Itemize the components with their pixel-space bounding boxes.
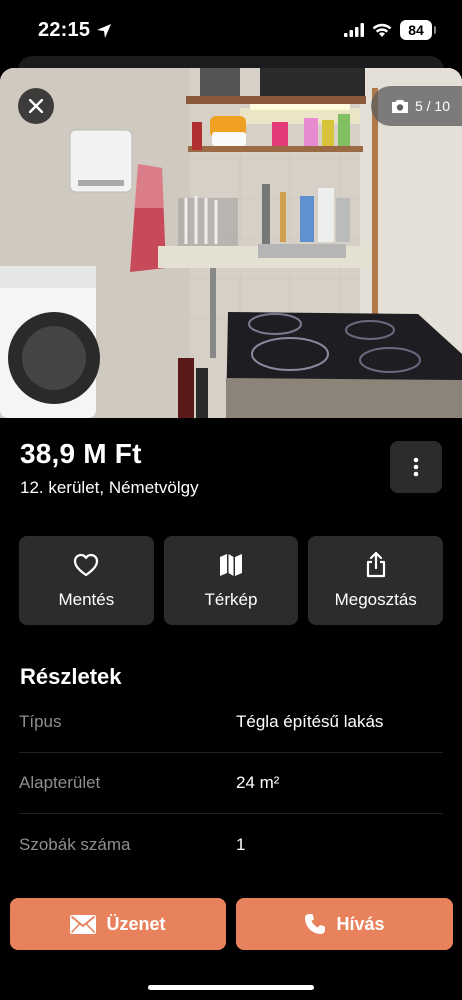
clock-text: 22:15 [38, 19, 91, 41]
phone-icon [305, 914, 326, 934]
map-button[interactable]: Térkép [163, 536, 299, 625]
call-button-label: Hívás [336, 913, 385, 934]
call-button[interactable]: Hívás [236, 898, 453, 950]
cellular-signal-icon [344, 23, 364, 37]
action-buttons: Mentés Térkép Megosztás [19, 536, 444, 625]
detail-row-type: Típus Tégla építésű lakás [19, 692, 443, 753]
detail-value: Tégla építésű lakás [236, 712, 384, 731]
details-list: Típus Tégla építésű lakás Alapterület 24… [19, 692, 443, 875]
detail-row-rooms: Szobák száma 1 [19, 814, 443, 875]
detail-label: Típus [19, 712, 62, 731]
status-time: 22:15 [38, 19, 112, 42]
battery-indicator: 84 [400, 20, 436, 40]
message-button[interactable]: Üzenet [10, 898, 226, 950]
share-icon [366, 551, 385, 577]
map-icon [220, 553, 242, 576]
details-section-title: Részletek [20, 664, 122, 689]
detail-label: Alapterület [19, 773, 101, 792]
close-icon [29, 99, 43, 113]
save-button[interactable]: Mentés [19, 536, 154, 625]
more-vertical-icon [413, 457, 419, 477]
home-indicator [148, 985, 314, 990]
detail-value: 24 m² [236, 773, 280, 792]
photo-counter-text: 5 / 10 [414, 98, 450, 114]
battery-level: 84 [408, 22, 424, 38]
envelope-icon [70, 914, 97, 934]
bottom-action-bar: Üzenet Hívás [0, 884, 462, 1000]
status-bar: 22:15 84 [0, 0, 462, 62]
detail-row-area: Alapterület 24 m² [19, 753, 443, 814]
location-arrow-icon [97, 23, 112, 38]
save-button-label: Mentés [58, 589, 115, 609]
detail-value: 1 [236, 834, 246, 854]
status-indicators: 84 [344, 20, 436, 40]
listing-price: 38,9 M Ft [20, 438, 142, 469]
map-button-label: Térkép [204, 589, 258, 609]
message-button-label: Üzenet [106, 913, 166, 934]
photo-counter[interactable]: 5 / 10 [370, 86, 462, 126]
share-button-label: Megosztás [334, 589, 417, 609]
more-options-button[interactable] [390, 441, 442, 493]
camera-icon [391, 99, 408, 113]
wifi-icon [372, 23, 392, 37]
close-gallery-button[interactable] [18, 88, 54, 124]
heart-icon [74, 553, 99, 576]
share-button[interactable]: Megosztás [308, 536, 444, 625]
listing-location: 12. kerület, Németvölgy [20, 478, 199, 497]
detail-label: Szobák száma [19, 834, 131, 854]
